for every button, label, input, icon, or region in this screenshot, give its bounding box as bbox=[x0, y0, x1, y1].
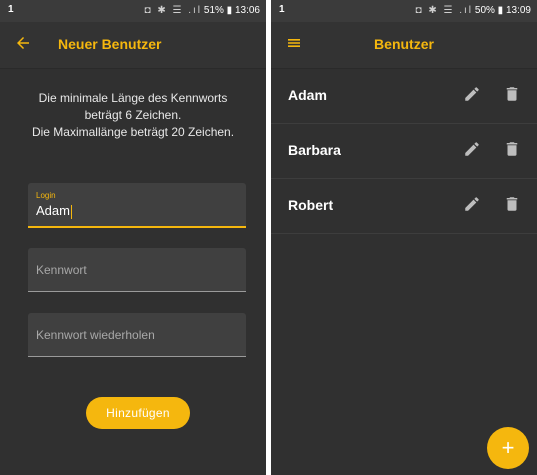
password-rules-text: Die minimale Länge des Kennworts beträgt… bbox=[10, 90, 256, 141]
info-line: beträgt 6 Zeichen. bbox=[84, 108, 182, 122]
user-list: Adam Barbara Robert bbox=[271, 69, 537, 234]
status-notification: 1 bbox=[8, 4, 14, 15]
login-value: Adam bbox=[36, 203, 72, 219]
login-label: Login bbox=[36, 191, 56, 200]
arrow-left-icon[interactable] bbox=[12, 32, 34, 54]
new-user-screen: 1 ◘ ✱ ☰ .ıl 51% ▮ 13:06 Neuer Benutzer D… bbox=[0, 0, 266, 475]
status-icons: ◘ ✱ ☰ .ıl bbox=[415, 5, 473, 16]
text-cursor bbox=[70, 204, 72, 219]
repeat-password-field[interactable]: Kennwort wiederholen bbox=[28, 313, 246, 357]
status-battery-time: 50% ▮ 13:09 bbox=[474, 5, 531, 16]
trash-icon[interactable] bbox=[503, 195, 521, 213]
users-screen: 1 ◘ ✱ ☰ .ıl 50% ▮ 13:09 Benutzer Adam Ba… bbox=[271, 0, 537, 475]
status-notification: 1 bbox=[279, 4, 285, 15]
pencil-icon[interactable] bbox=[463, 140, 481, 158]
pencil-icon[interactable] bbox=[463, 85, 481, 103]
user-name: Robert bbox=[288, 197, 334, 213]
trash-icon[interactable] bbox=[503, 140, 521, 158]
pencil-icon[interactable] bbox=[463, 195, 481, 213]
app-bar: Benutzer bbox=[271, 22, 537, 69]
status-battery-time: 51% ▮ 13:06 bbox=[203, 5, 260, 16]
page-title: Neuer Benutzer bbox=[58, 36, 162, 52]
user-name: Adam bbox=[288, 87, 327, 103]
info-line: Die Maximallänge beträgt 20 Zeichen. bbox=[31, 125, 235, 139]
user-row[interactable]: Robert bbox=[271, 179, 537, 234]
user-row[interactable]: Adam bbox=[271, 69, 537, 124]
add-button[interactable]: Hinzufügen bbox=[86, 397, 190, 429]
app-bar: Neuer Benutzer bbox=[0, 22, 266, 69]
trash-icon[interactable] bbox=[503, 85, 521, 103]
user-name: Barbara bbox=[288, 142, 341, 158]
password-field[interactable]: Kennwort bbox=[28, 248, 246, 292]
status-bar: 1 ◘ ✱ ☰ .ıl 51% ▮ 13:06 bbox=[0, 0, 266, 22]
status-bar: 1 ◘ ✱ ☰ .ıl 50% ▮ 13:09 bbox=[271, 0, 537, 22]
status-icons: ◘ ✱ ☰ .ıl bbox=[144, 5, 202, 16]
login-text: Adam bbox=[36, 203, 70, 218]
user-row[interactable]: Barbara bbox=[271, 124, 537, 179]
info-line: Die minimale Länge des Kennworts bbox=[38, 91, 228, 105]
login-field[interactable]: Login Adam bbox=[28, 183, 246, 228]
repeat-password-placeholder: Kennwort wiederholen bbox=[36, 328, 155, 342]
password-placeholder: Kennwort bbox=[36, 263, 87, 277]
page-title: Benutzer bbox=[374, 36, 434, 52]
add-user-fab[interactable]: + bbox=[487, 427, 529, 469]
